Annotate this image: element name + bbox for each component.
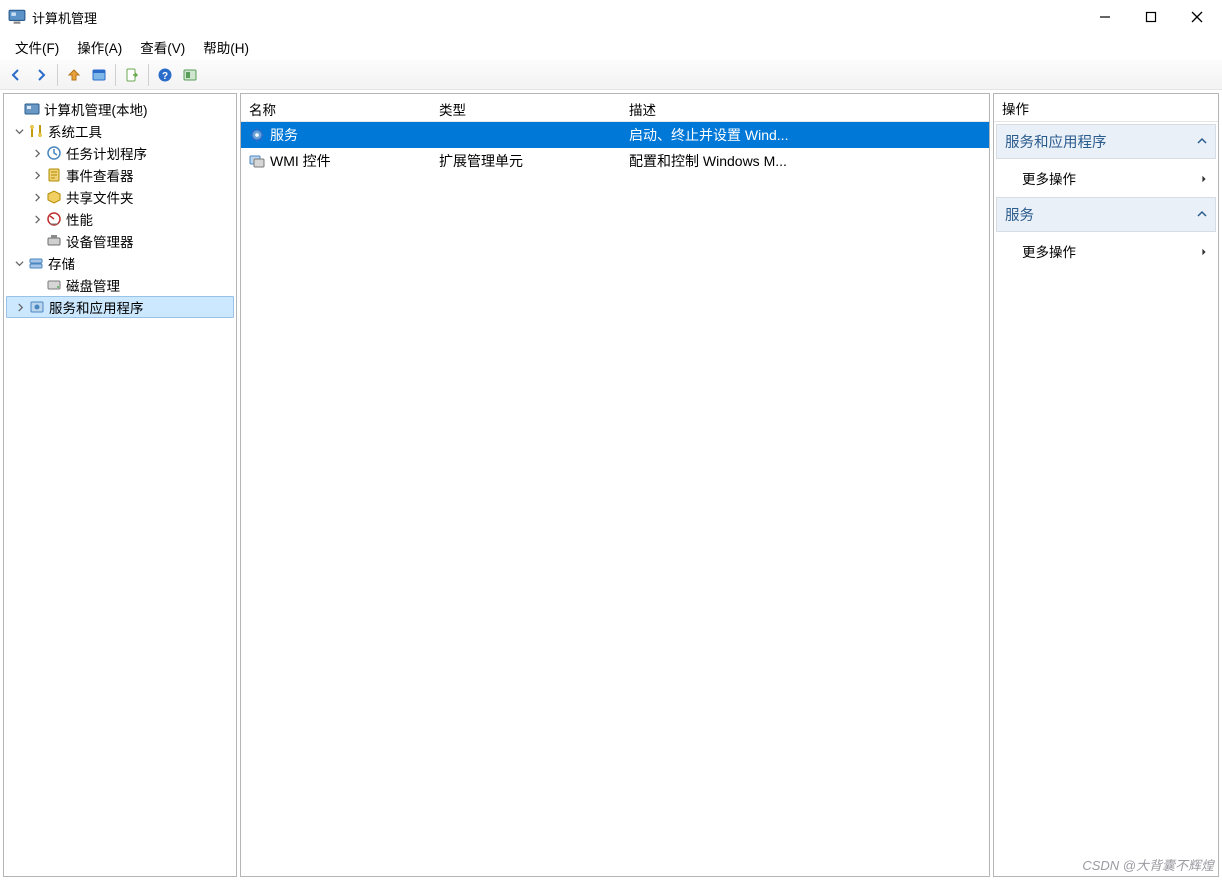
twisty-icon[interactable] [30,190,44,204]
minimize-button[interactable] [1082,2,1128,32]
tree-system-tools[interactable]: 系统工具 [6,120,234,142]
twisty-icon[interactable] [13,300,27,314]
tree-shared-folders[interactable]: 共享文件夹 [6,186,234,208]
tree-label: 设备管理器 [66,231,134,251]
list-header: 名称 类型 描述 [241,94,989,122]
toolbar-showhide[interactable] [178,63,202,87]
toolbar-separator [148,64,149,86]
toolbar-separator [57,64,58,86]
list-row-services[interactable]: 服务 启动、终止并设置 Wind... [241,122,989,148]
cell-name: WMI 控件 [270,151,331,171]
chevron-right-icon [1200,244,1208,259]
tree-label: 计算机管理(本地) [44,99,148,119]
help-icon [157,67,173,83]
cell-type: 扩展管理单元 [431,151,621,171]
list-body: 服务 启动、终止并设置 Wind... WMI 控件 扩展管理单元 配置和控制 … [241,122,989,876]
properties-icon [91,67,107,83]
arrow-left-icon [8,67,24,83]
tree: 计算机管理(本地) 系统工具 任务计划程序 事件查看器 [4,94,236,322]
tree-label: 任务计划程序 [66,143,147,163]
tree-label: 存储 [48,253,75,273]
actions-section-services[interactable]: 服务 [996,197,1216,232]
export-list-icon [124,67,140,83]
tree-performance[interactable]: 性能 [6,208,234,230]
shared-folders-icon [46,189,62,205]
tree-label: 性能 [66,209,93,229]
collapse-icon [1197,207,1207,223]
event-viewer-icon [46,167,62,183]
actions-section-label: 服务和应用程序 [1005,131,1107,152]
title-bar: 计算机管理 [0,0,1222,34]
toolbar-properties[interactable] [87,63,111,87]
column-header-name[interactable]: 名称 [241,94,431,121]
device-manager-icon [46,233,62,249]
close-button[interactable] [1174,2,1220,32]
tree-panel: 计算机管理(本地) 系统工具 任务计划程序 事件查看器 [3,93,237,877]
actions-section-label: 服务 [1005,204,1034,225]
toolbar-forward[interactable] [29,63,53,87]
menu-file[interactable]: 文件(F) [6,34,68,60]
cell-name: 服务 [270,125,298,145]
toolbar-up[interactable] [62,63,86,87]
tree-task-scheduler[interactable]: 任务计划程序 [6,142,234,164]
tree-device-manager[interactable]: 设备管理器 [6,230,234,252]
chevron-right-icon [1200,171,1208,186]
list-row-wmi-control[interactable]: WMI 控件 扩展管理单元 配置和控制 Windows M... [241,148,989,174]
list-panel: 名称 类型 描述 服务 启动、终止并设置 Wind... WMI 控件 扩展管理… [240,93,990,877]
tree-services-and-applications[interactable]: 服务和应用程序 [6,296,234,318]
tree-storage[interactable]: 存储 [6,252,234,274]
tree-label: 磁盘管理 [66,275,120,295]
show-hide-icon [182,67,198,83]
twisty-icon[interactable] [12,124,26,138]
toolbar-separator [115,64,116,86]
column-header-description[interactable]: 描述 [621,94,989,121]
actions-header: 操作 [994,94,1218,122]
client-area: 计算机管理(本地) 系统工具 任务计划程序 事件查看器 [0,90,1222,880]
disk-management-icon [46,277,62,293]
tree-label: 服务和应用程序 [49,297,144,317]
arrow-right-icon [33,67,49,83]
tree-label: 共享文件夹 [66,187,134,207]
menu-action[interactable]: 操作(A) [68,34,131,60]
wmi-control-icon [249,153,265,169]
tree-event-viewer[interactable]: 事件查看器 [6,164,234,186]
actions-section-services-apps[interactable]: 服务和应用程序 [996,124,1216,159]
storage-icon [28,255,44,271]
tree-disk-management[interactable]: 磁盘管理 [6,274,234,296]
twisty-icon[interactable] [30,212,44,226]
tree-label: 系统工具 [48,121,102,141]
collapse-icon [1197,134,1207,150]
clock-icon [46,145,62,161]
menu-bar: 文件(F) 操作(A) 查看(V) 帮助(H) [0,34,1222,60]
menu-help[interactable]: 帮助(H) [194,34,258,60]
tree-root-node[interactable]: 计算机管理(本地) [6,98,234,120]
twisty-icon[interactable] [8,102,22,116]
twisty-icon[interactable] [12,256,26,270]
system-tools-icon [28,123,44,139]
window-title: 计算机管理 [32,8,97,27]
column-header-type[interactable]: 类型 [431,94,621,121]
cell-description: 启动、终止并设置 Wind... [621,125,989,145]
toolbar-help[interactable] [153,63,177,87]
twisty-icon[interactable] [30,168,44,182]
tree-label: 事件查看器 [66,165,134,185]
toolbar [0,60,1222,90]
action-item-label: 更多操作 [1022,168,1076,188]
menu-view[interactable]: 查看(V) [131,34,194,60]
maximize-button[interactable] [1128,2,1174,32]
gear-icon [249,127,265,143]
actions-more-services[interactable]: 更多操作 [996,236,1216,266]
up-level-icon [66,67,82,83]
actions-more-services-apps[interactable]: 更多操作 [996,163,1216,193]
toolbar-back[interactable] [4,63,28,87]
computer-icon [24,101,40,117]
cell-description: 配置和控制 Windows M... [621,151,989,171]
actions-panel: 操作 服务和应用程序 更多操作 服务 更多操作 [993,93,1219,877]
action-item-label: 更多操作 [1022,241,1076,261]
toolbar-export[interactable] [120,63,144,87]
performance-icon [46,211,62,227]
services-apps-icon [29,299,45,315]
app-icon [8,8,26,26]
twisty-icon[interactable] [30,146,44,160]
